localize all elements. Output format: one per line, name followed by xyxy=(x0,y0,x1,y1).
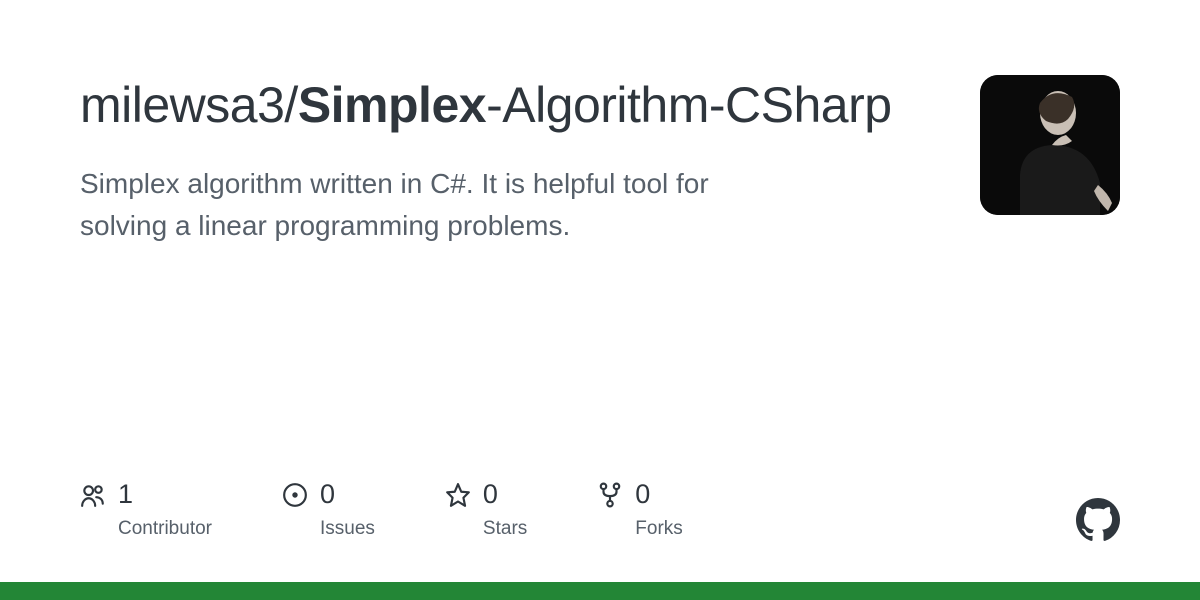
avatar xyxy=(980,75,1120,215)
repo-title: milewsa3/Simplex-Algorithm-CSharp xyxy=(80,75,940,135)
social-card: milewsa3/Simplex-Algorithm-CSharp Simple… xyxy=(0,0,1200,600)
stars-value: 0 xyxy=(483,479,498,510)
stats-row: 1 Contributor 0 Issues xyxy=(80,479,683,540)
language-bar xyxy=(0,582,1200,600)
forks-value: 0 xyxy=(635,479,650,510)
header: milewsa3/Simplex-Algorithm-CSharp Simple… xyxy=(80,75,1120,247)
stars-label: Stars xyxy=(483,518,527,540)
title-block: milewsa3/Simplex-Algorithm-CSharp Simple… xyxy=(80,75,940,247)
repo-name-bold: Simplex xyxy=(298,77,486,133)
fork-icon xyxy=(597,482,623,508)
stat-contributors: 1 Contributor xyxy=(80,479,212,540)
issue-icon xyxy=(282,482,308,508)
stat-forks: 0 Forks xyxy=(597,479,683,540)
repo-description: Simplex algorithm written in C#. It is h… xyxy=(80,163,800,247)
repo-separator: / xyxy=(284,77,297,133)
issues-value: 0 xyxy=(320,479,335,510)
repo-name-rest: -Algorithm-CSharp xyxy=(486,77,892,133)
avatar-image xyxy=(980,75,1120,215)
github-logo-icon xyxy=(1076,498,1120,542)
people-icon xyxy=(80,482,106,508)
issues-label: Issues xyxy=(320,518,375,540)
repo-owner: milewsa3 xyxy=(80,77,284,133)
contributors-value: 1 xyxy=(118,479,133,510)
stat-stars: 0 Stars xyxy=(445,479,527,540)
star-icon xyxy=(445,482,471,508)
contributors-label: Contributor xyxy=(118,518,212,540)
stat-issues: 0 Issues xyxy=(282,479,375,540)
forks-label: Forks xyxy=(635,518,683,540)
